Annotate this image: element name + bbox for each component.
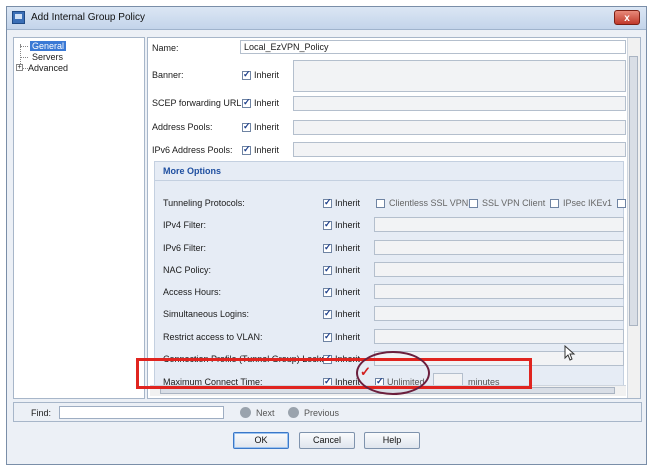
ipv6-pools-inherit-checkbox[interactable] (242, 144, 251, 155)
scep-inherit-label: Inherit (254, 98, 280, 108)
ipv6-filter-inherit-label: Inherit (335, 243, 361, 253)
ssl-vpn-client-checkbox[interactable] (469, 199, 478, 208)
find-label: Find: (31, 408, 52, 418)
ok-button[interactable]: OK (233, 432, 289, 449)
access-hours-field[interactable] (374, 284, 624, 299)
address-pools-inherit-checkbox[interactable] (242, 121, 251, 132)
scep-label: SCEP forwarding URL: (152, 98, 244, 108)
simultaneous-logins-inherit-label: Inherit (335, 309, 361, 319)
ipv6-filter-inherit-checkbox[interactable] (323, 242, 332, 253)
nac-policy-field[interactable] (374, 262, 624, 277)
red-check-icon: ✓ (360, 364, 371, 379)
access-hours-label: Access Hours: (163, 287, 222, 297)
ipv6-pools-label: IPv6 Address Pools: (152, 145, 233, 155)
find-bar: Find: Next Previous (13, 402, 642, 422)
access-hours-inherit-label: Inherit (335, 287, 361, 297)
window-title: Add Internal Group Policy (31, 12, 145, 23)
restrict-vlan-label: Restrict access to VLAN: (163, 332, 263, 342)
cancel-button[interactable]: Cancel (299, 432, 355, 449)
tunneling-inherit-checkbox[interactable] (323, 197, 332, 208)
ipv6-pools-field[interactable] (293, 142, 626, 157)
banner-field[interactable] (293, 60, 626, 92)
clientless-ssl-checkbox[interactable] (376, 199, 385, 208)
access-hours-inherit-checkbox[interactable] (323, 286, 332, 297)
scep-field[interactable] (293, 96, 626, 111)
ipv4-filter-inherit-checkbox[interactable] (323, 219, 332, 230)
nac-policy-inherit-label: Inherit (335, 265, 361, 275)
simultaneous-logins-inherit-checkbox[interactable] (323, 308, 332, 319)
dialog-window: Add Internal Group Policy x General Serv… (6, 6, 647, 465)
help-button[interactable]: Help (364, 432, 420, 449)
nac-policy-inherit-checkbox[interactable] (323, 264, 332, 275)
name-label: Name: (152, 43, 179, 53)
tree-item-advanced[interactable]: Advanced (28, 63, 68, 73)
address-pools-label: Address Pools: (152, 122, 213, 132)
name-field[interactable]: Local_EzVPN_Policy (240, 40, 626, 54)
tree-item-general[interactable]: General (30, 41, 67, 51)
scep-inherit-checkbox[interactable] (242, 97, 251, 108)
app-icon (12, 11, 25, 24)
vertical-scroll-thumb[interactable] (629, 56, 638, 326)
banner-label: Banner: (152, 70, 184, 80)
title-bar: Add Internal Group Policy x (7, 7, 646, 30)
nac-policy-label: NAC Policy: (163, 265, 212, 275)
find-previous-button[interactable]: Previous (304, 408, 339, 418)
restrict-vlan-field[interactable] (374, 329, 624, 344)
simultaneous-logins-field[interactable] (374, 306, 624, 321)
ipv6-pools-inherit-label: Inherit (254, 145, 280, 155)
previous-arrow-icon (288, 407, 299, 418)
address-pools-inherit-label: Inherit (254, 122, 280, 132)
tree-branch (20, 57, 28, 58)
tree-item-servers[interactable]: Servers (32, 52, 63, 62)
close-button[interactable]: x (614, 10, 640, 25)
more-options-title: More Options (163, 166, 221, 176)
ipsec-ikev1-checkbox[interactable] (550, 199, 559, 208)
more-protocols-checkbox[interactable] (617, 199, 626, 208)
vertical-scrollbar[interactable] (627, 38, 640, 398)
tree-expander-advanced[interactable]: + (16, 64, 23, 71)
find-input[interactable] (59, 406, 224, 419)
ipv4-filter-inherit-label: Inherit (335, 220, 361, 230)
banner-inherit-checkbox[interactable] (242, 69, 251, 80)
tree-branch (20, 46, 28, 47)
restrict-vlan-inherit-checkbox[interactable] (323, 331, 332, 342)
tunneling-protocols-label: Tunneling Protocols: (163, 198, 245, 208)
mouse-cursor-icon (564, 345, 576, 361)
address-pools-field[interactable] (293, 120, 626, 135)
ssl-vpn-client-label: SSL VPN Client (482, 198, 546, 208)
ipv6-filter-label: IPv6 Filter: (163, 243, 207, 253)
banner-inherit-label: Inherit (254, 70, 280, 80)
ipv6-filter-field[interactable] (374, 240, 624, 255)
ipsec-ikev1-label: IPsec IKEv1 (563, 198, 613, 208)
next-arrow-icon (240, 407, 251, 418)
nav-tree: General Servers + Advanced (13, 37, 145, 399)
clientless-ssl-label: Clientless SSL VPN (389, 198, 469, 208)
simultaneous-logins-label: Simultaneous Logins: (163, 309, 250, 319)
tunneling-inherit-label: Inherit (335, 198, 361, 208)
ipv4-filter-label: IPv4 Filter: (163, 220, 207, 230)
restrict-vlan-inherit-label: Inherit (335, 332, 361, 342)
name-value: Local_EzVPN_Policy (244, 42, 329, 52)
find-next-button[interactable]: Next (256, 408, 275, 418)
ipv4-filter-field[interactable] (374, 217, 624, 232)
highlight-box (136, 358, 532, 389)
section-divider (155, 180, 623, 181)
